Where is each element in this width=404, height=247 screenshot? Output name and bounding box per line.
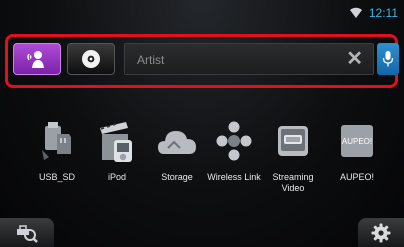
usb-sd-icon [42, 122, 71, 160]
aupeo-icon: AUPEO! [341, 125, 373, 157]
aupeo-logo-text: AUPEO! [342, 137, 372, 146]
search-placeholder: Artist [137, 53, 165, 67]
disc-source-button[interactable] [67, 43, 115, 75]
back-button[interactable] [0, 218, 54, 247]
gear-icon [371, 223, 391, 242]
clock: 12:11 [368, 6, 398, 20]
source-wireless-link[interactable]: Wireless Link [203, 120, 265, 200]
source-storage[interactable]: Storage [146, 120, 208, 200]
source-label: Wireless Link [207, 172, 261, 182]
source-label: USB_SD [38, 172, 75, 182]
source-label: Streaming Video [272, 172, 314, 193]
source-label: AUPEO! [339, 172, 374, 182]
storage-icon [158, 131, 196, 154]
disc-icon [82, 50, 100, 68]
source-label: Storage [161, 172, 193, 182]
wifi-icon [349, 7, 362, 18]
voice-search-icon [27, 51, 44, 68]
settings-button[interactable] [358, 218, 404, 247]
voice-search-button[interactable] [13, 43, 61, 75]
status-bar: 12:11 [348, 4, 398, 22]
search-input[interactable]: Artist ✕ [124, 43, 374, 75]
source-ipod[interactable]: iPod [86, 120, 148, 200]
source-aupeo[interactable]: AUPEO! AUPEO! [326, 120, 388, 200]
source-label: iPod [107, 172, 126, 182]
streaming-video-icon [278, 126, 308, 156]
wireless-link-icon [216, 121, 252, 161]
source-usb-sd[interactable]: USB_SD [26, 120, 88, 200]
source-streaming-video[interactable]: Streaming Video [262, 120, 324, 200]
source-selection-screen: 12:11 Artist ✕ USB_SD iPod Storage Wirel… [0, 0, 404, 247]
ipod-icon [100, 122, 132, 162]
back-search-icon [17, 224, 38, 243]
microphone-icon [382, 51, 394, 67]
close-icon[interactable]: ✕ [346, 47, 363, 71]
microphone-button[interactable] [377, 43, 399, 75]
